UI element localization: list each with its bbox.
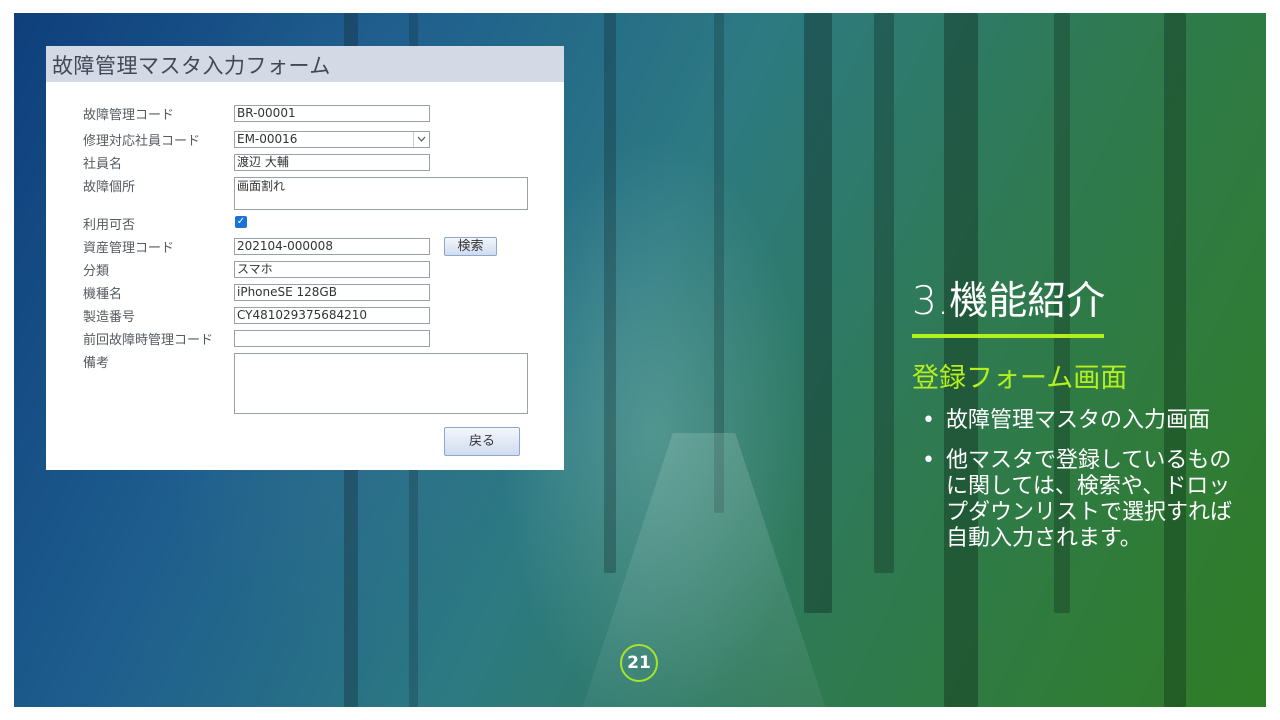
field-label-employee-name: 社員名 [83, 157, 123, 172]
field-label-employee-code: 修理対応社員コード [83, 134, 201, 149]
bullet-item: • 故障管理マスタの入力画面 [920, 408, 1240, 434]
employee-name-input[interactable]: 渡辺 大輔 [234, 154, 430, 171]
employee-code-select[interactable]: EM-00016 [234, 131, 430, 148]
field-label-model-name: 機種名 [83, 287, 123, 302]
availability-checkbox[interactable]: ✓ [235, 216, 247, 228]
section-subtitle: 登録フォーム画面 [912, 363, 1128, 394]
bullet-text: 他マスタで登録しているものに関しては、検索や、ドロップダウンリストで選択すれば自… [946, 448, 1233, 551]
field-label-serial-number: 製造番号 [83, 310, 136, 325]
failure-location-textarea[interactable]: 画面割れ [234, 177, 528, 210]
form-screenshot: 故障管理マスタ入力フォーム 故障管理コード BR-00001 修理対応社員コード… [46, 46, 564, 470]
field-label-category: 分類 [83, 264, 110, 279]
back-button[interactable]: 戻る [444, 427, 520, 456]
search-button[interactable]: 検索 [444, 237, 497, 256]
category-input[interactable]: スマホ [234, 261, 430, 278]
failure-code-input[interactable]: BR-00001 [234, 105, 430, 122]
section-title: 3.機能紹介 [912, 279, 1106, 324]
asset-code-input[interactable]: 202104-000008 [234, 238, 430, 255]
bullet-dot-icon: • [922, 448, 935, 473]
bullet-dot-icon: • [922, 408, 935, 433]
employee-code-value: EM-00016 [237, 132, 298, 146]
field-label-failure-code: 故障管理コード [83, 108, 175, 123]
field-label-asset-code: 資産管理コード [83, 241, 175, 256]
bullet-item: • 他マスタで登録しているものに関しては、検索や、ドロップダウンリストで選択すれ… [920, 448, 1240, 552]
field-label-previous-failure-code: 前回故障時管理コード [83, 333, 214, 348]
form-header: 故障管理マスタ入力フォーム [46, 46, 564, 82]
tree-trunk-decoration [804, 13, 832, 613]
serial-number-input[interactable]: CY481029375684210 [234, 307, 430, 324]
previous-failure-code-input[interactable] [234, 330, 430, 347]
bullet-text: 故障管理マスタの入力画面 [946, 408, 1211, 433]
page-number: 21 [620, 644, 658, 682]
remarks-textarea[interactable] [234, 353, 528, 414]
bullet-list: • 故障管理マスタの入力画面 • 他マスタで登録しているものに関しては、検索や、… [920, 408, 1240, 566]
tree-trunk-decoration [604, 13, 616, 573]
title-underline [912, 334, 1104, 338]
form-title: 故障管理マスタ入力フォーム [52, 54, 331, 78]
chevron-down-icon[interactable] [413, 132, 429, 147]
tree-trunk-decoration [874, 13, 894, 573]
model-name-input[interactable]: iPhoneSE 128GB [234, 284, 430, 301]
field-label-remarks: 備考 [83, 356, 110, 371]
tree-trunk-decoration [1164, 13, 1186, 707]
field-label-failure-location: 故障個所 [83, 180, 136, 195]
field-label-availability: 利用可否 [83, 218, 136, 233]
